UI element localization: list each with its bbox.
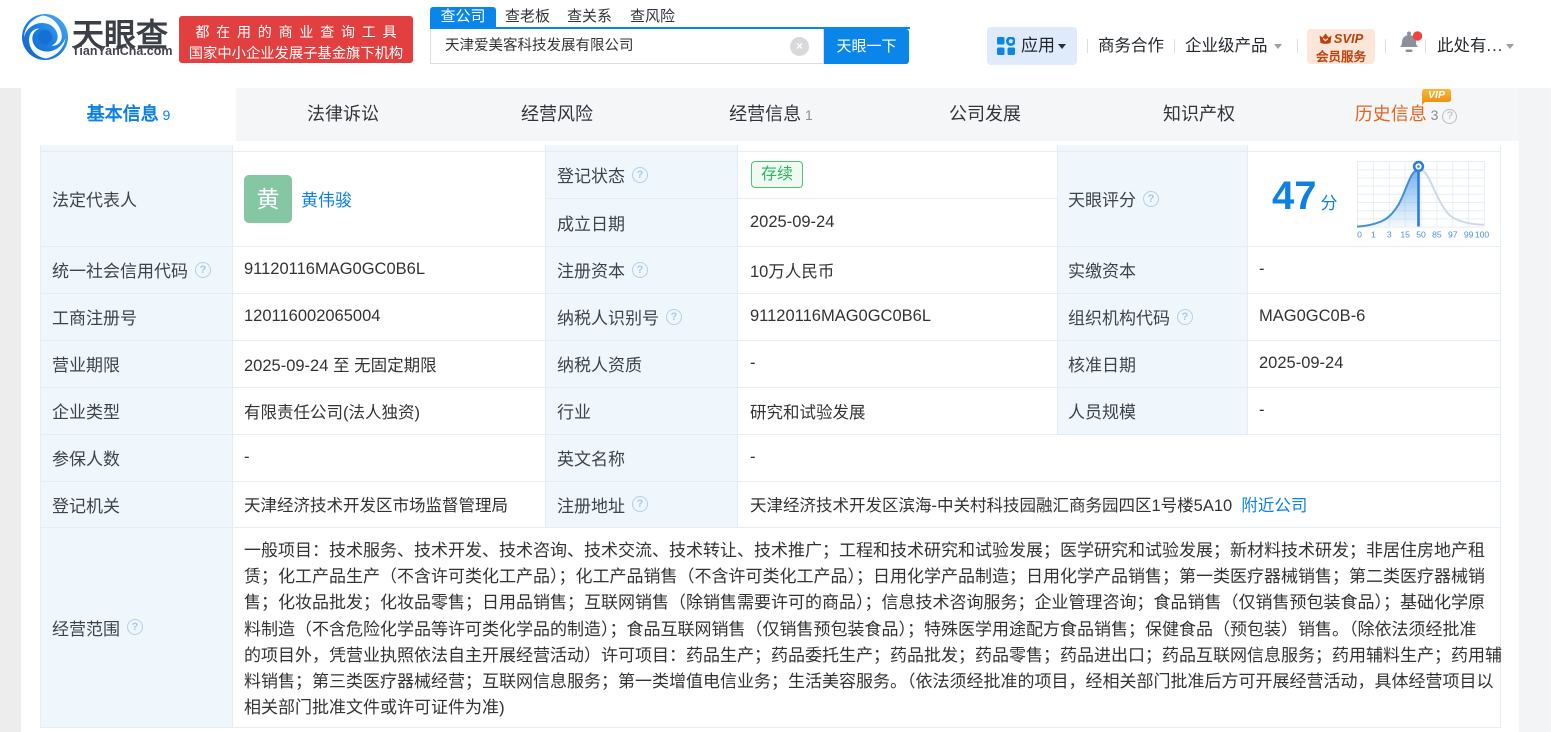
svg-text:3: 3 (1387, 230, 1392, 240)
svg-text:100: 100 (1475, 230, 1490, 240)
svg-text:1: 1 (1371, 230, 1376, 240)
svg-text:15: 15 (1400, 230, 1410, 240)
svg-text:50: 50 (1416, 230, 1426, 240)
svg-text:97: 97 (1448, 230, 1458, 240)
svg-text:0: 0 (1357, 230, 1362, 240)
svg-text:85: 85 (1432, 230, 1442, 240)
svg-text:99: 99 (1464, 230, 1474, 240)
